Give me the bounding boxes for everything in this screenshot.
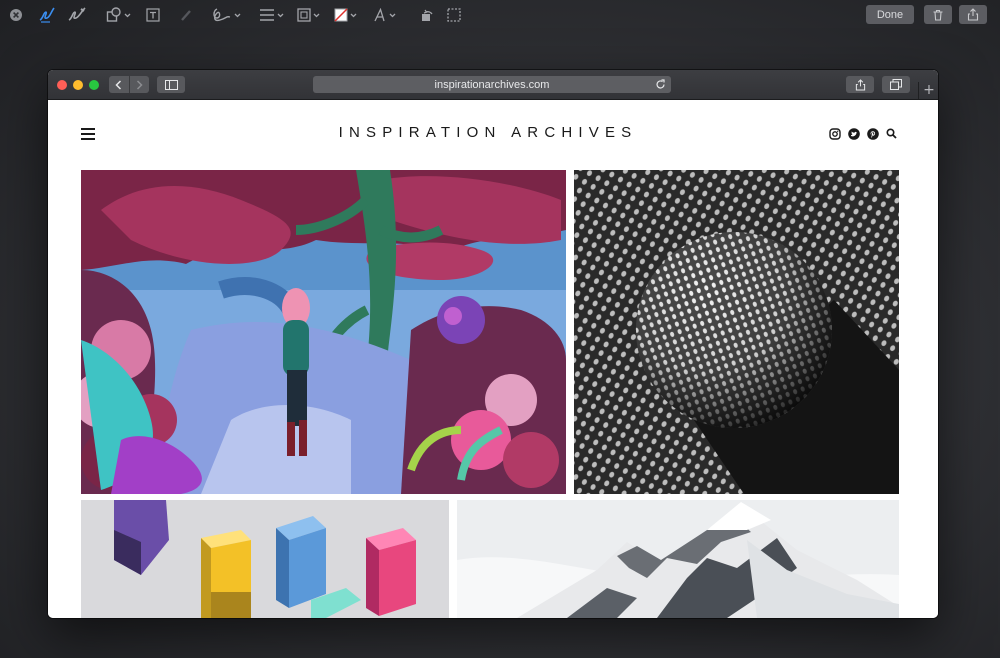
show-tabs-button[interactable] bbox=[882, 76, 910, 93]
sidebar-button[interactable] bbox=[157, 76, 185, 93]
chevron-down-icon bbox=[313, 13, 320, 17]
forest-illustration[interactable] bbox=[81, 170, 566, 494]
chevron-down-icon bbox=[234, 13, 241, 17]
snowy-mountain-photo[interactable] bbox=[457, 500, 899, 618]
social-links bbox=[828, 127, 898, 140]
zoom-window-button[interactable] bbox=[89, 80, 99, 90]
share-icon bbox=[855, 78, 865, 91]
chevron-down-icon bbox=[277, 13, 284, 17]
fill-color-icon[interactable] bbox=[334, 6, 357, 24]
text-style-icon[interactable] bbox=[373, 6, 396, 24]
sketch-icon[interactable] bbox=[38, 6, 56, 24]
chevron-down-icon bbox=[124, 13, 131, 17]
crop-icon[interactable] bbox=[447, 6, 461, 24]
done-button[interactable]: Done bbox=[866, 5, 914, 24]
trash-icon bbox=[933, 9, 943, 21]
browser-toolbar: inspirationarchives.com + bbox=[48, 70, 938, 100]
browser-window: inspirationarchives.com + INSPIRATION AR… bbox=[48, 70, 938, 618]
trash-button[interactable] bbox=[924, 5, 952, 24]
address-bar[interactable]: inspirationarchives.com bbox=[313, 76, 671, 93]
chevron-down-icon bbox=[350, 13, 357, 17]
minimize-window-button[interactable] bbox=[73, 80, 83, 90]
close-window-button[interactable] bbox=[57, 80, 67, 90]
back-button[interactable] bbox=[109, 76, 129, 93]
rotate-icon[interactable] bbox=[420, 6, 434, 24]
site-title[interactable]: INSPIRATION ARCHIVES bbox=[48, 124, 928, 141]
markup-toolbar: Done bbox=[0, 0, 1000, 30]
navigation-buttons bbox=[109, 76, 149, 93]
colored-cubes-photo[interactable] bbox=[81, 500, 449, 618]
highlight-icon bbox=[179, 6, 193, 24]
web-page: INSPIRATION ARCHIVES bbox=[48, 100, 938, 618]
chevron-down-icon bbox=[389, 13, 396, 17]
tabs-icon bbox=[890, 79, 902, 90]
forward-button[interactable] bbox=[128, 76, 150, 93]
text-icon[interactable] bbox=[146, 6, 160, 24]
twitter-icon[interactable] bbox=[847, 127, 860, 140]
border-color-icon[interactable] bbox=[297, 6, 320, 24]
share-button[interactable] bbox=[959, 5, 987, 24]
shapes-icon[interactable] bbox=[106, 6, 131, 24]
sidebar-icon bbox=[164, 79, 178, 90]
instagram-icon[interactable] bbox=[828, 127, 841, 140]
chevron-right-icon bbox=[136, 79, 143, 90]
close-icon[interactable] bbox=[9, 6, 23, 24]
browser-share-button[interactable] bbox=[846, 76, 874, 93]
share-icon bbox=[967, 8, 979, 21]
reload-icon[interactable] bbox=[655, 79, 666, 93]
search-icon[interactable] bbox=[885, 127, 898, 140]
chevron-left-icon bbox=[115, 79, 122, 90]
dotted-sphere-photo[interactable] bbox=[574, 170, 899, 494]
pinterest-icon[interactable] bbox=[866, 127, 879, 140]
sign-icon[interactable] bbox=[210, 6, 241, 24]
draw-icon[interactable] bbox=[67, 6, 87, 24]
url-text: inspirationarchives.com bbox=[434, 78, 550, 91]
shape-style-icon[interactable] bbox=[259, 6, 284, 24]
new-tab-button[interactable]: + bbox=[918, 82, 938, 99]
